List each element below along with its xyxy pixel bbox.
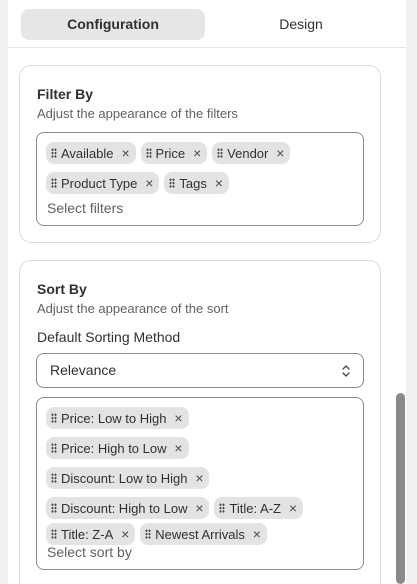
sort-tag-list: Price: Low to High × Price: High to Low × Di… <box>46 407 357 545</box>
sort-tag-input[interactable]: Price: Low to High × Price: High to Low × Di… <box>36 397 364 570</box>
tab-configuration[interactable]: Configuration <box>21 9 205 40</box>
filter-tag-input[interactable]: Available × Price × Vendor × Product Type × Tags… <box>36 132 364 226</box>
filter-tag[interactable]: Available × <box>46 142 136 164</box>
filter-by-card: Filter By Adjust the appearance of the f… <box>19 65 381 243</box>
close-icon[interactable]: × <box>173 441 185 455</box>
filter-tag[interactable]: Price × <box>140 142 208 164</box>
close-icon[interactable]: × <box>251 527 263 541</box>
drag-handle-icon[interactable] <box>51 178 57 188</box>
sort-tag[interactable]: Price: High to Low × <box>46 437 189 459</box>
scrollbar-thumb[interactable] <box>396 393 405 584</box>
close-icon[interactable]: × <box>119 527 131 541</box>
tab-bar: Configuration Design <box>8 0 406 48</box>
settings-panel: Configuration Design Filter By Adjust th… <box>8 0 406 584</box>
chevron-up-down-icon <box>342 365 350 377</box>
sort-by-card: Sort By Adjust the appearance of the sor… <box>19 260 381 584</box>
filter-by-title: Filter By <box>37 86 94 102</box>
sort-tag-label: Title: A-Z <box>229 500 281 516</box>
filter-tag-label: Tags <box>179 175 207 191</box>
close-icon[interactable]: × <box>274 146 286 160</box>
sort-tag[interactable]: Price: Low to High × <box>46 407 189 429</box>
sort-tag-label: Newest Arrivals <box>155 526 245 542</box>
drag-handle-icon[interactable] <box>219 503 226 513</box>
close-icon[interactable]: × <box>193 471 205 485</box>
drag-handle-icon[interactable] <box>145 529 152 539</box>
drag-handle-icon[interactable] <box>145 148 152 158</box>
sort-tag-label: Discount: Low to High <box>61 470 188 486</box>
close-icon[interactable]: × <box>193 501 205 515</box>
drag-handle-icon[interactable] <box>51 148 57 158</box>
sort-tag-label: Title: Z-A <box>61 526 114 542</box>
filter-tag-label: Price <box>155 145 186 161</box>
sort-tag-label: Price: High to Low <box>61 440 167 456</box>
filter-tag-label: Vendor <box>227 145 269 161</box>
filter-tag[interactable]: Tags × <box>164 172 229 194</box>
close-icon[interactable]: × <box>287 501 299 515</box>
sort-tag[interactable]: Discount: High to Low × <box>46 497 210 519</box>
filter-tag[interactable]: Product Type × <box>46 172 160 194</box>
close-icon[interactable]: × <box>120 146 132 160</box>
default-sort-value: Relevance <box>50 362 117 378</box>
drag-handle-icon[interactable] <box>51 529 57 539</box>
close-icon[interactable]: × <box>173 411 185 425</box>
filter-by-subtitle: Adjust the appearance of the filters <box>37 106 238 121</box>
drag-handle-icon[interactable] <box>51 503 57 513</box>
sort-tag[interactable]: Title: A-Z × <box>214 497 303 519</box>
close-icon[interactable]: × <box>213 176 225 190</box>
close-icon[interactable]: × <box>191 146 203 160</box>
drag-handle-icon[interactable] <box>51 473 57 483</box>
sort-by-title: Sort By <box>37 281 87 297</box>
sort-tag-label: Discount: High to Low <box>61 500 188 516</box>
sort-tag[interactable]: Title: Z-A × <box>46 523 136 545</box>
default-sort-select[interactable]: Relevance <box>36 353 364 388</box>
tab-design[interactable]: Design <box>209 9 393 40</box>
sort-tag[interactable]: Discount: Low to High × <box>46 467 210 489</box>
sort-tag-label: Price: Low to High <box>61 410 167 426</box>
drag-handle-icon[interactable] <box>169 178 176 188</box>
drag-handle-icon[interactable] <box>217 148 224 158</box>
drag-handle-icon[interactable] <box>51 413 57 423</box>
drag-handle-icon[interactable] <box>51 443 57 453</box>
sort-tag[interactable]: Newest Arrivals × <box>140 523 267 545</box>
filter-tag-label: Available <box>61 145 114 161</box>
filter-tag[interactable]: Vendor × <box>212 142 291 164</box>
filter-tag-list: Available × Price × Vendor × Product Type × Tags… <box>46 142 357 194</box>
close-icon[interactable]: × <box>143 176 155 190</box>
filter-placeholder[interactable]: Select filters <box>47 200 123 216</box>
sort-placeholder[interactable]: Select sort by <box>47 544 132 560</box>
filter-tag-label: Product Type <box>61 175 138 191</box>
sort-by-subtitle: Adjust the appearance of the sort <box>37 301 229 316</box>
default-sort-label: Default Sorting Method <box>37 329 181 345</box>
